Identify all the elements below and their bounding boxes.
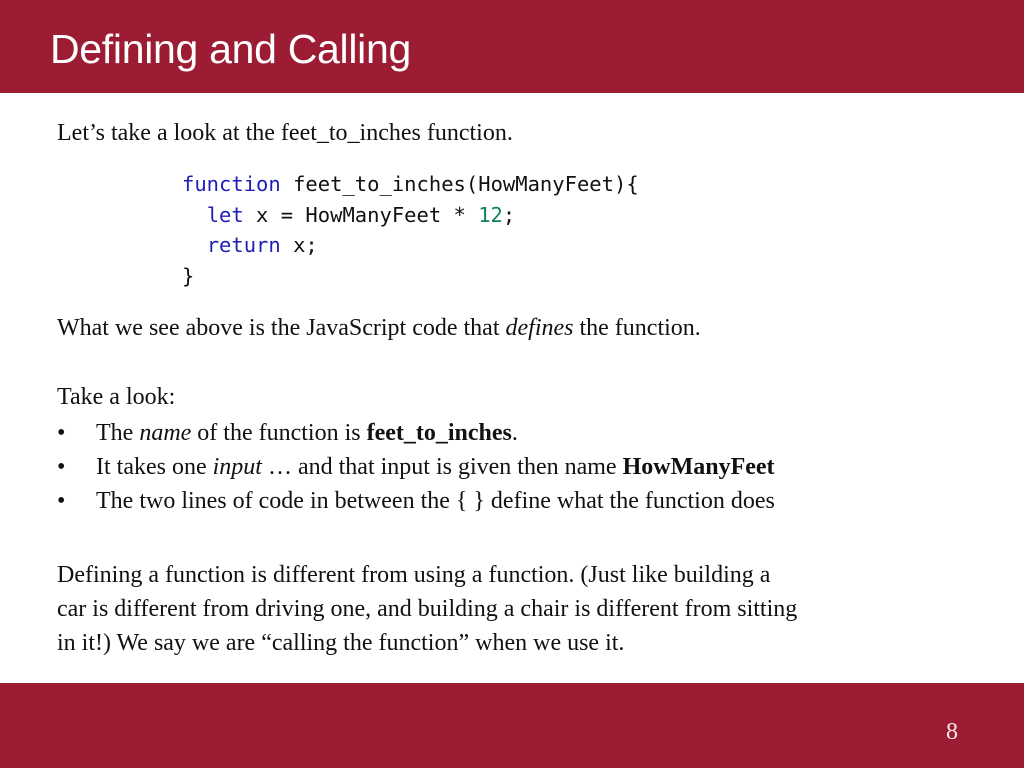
code-text: ; (502, 202, 516, 227)
take-a-look-label: Take a look: (57, 384, 176, 410)
bullet-icon: • (57, 420, 66, 446)
text: . (511, 420, 518, 446)
bullet-item: • It takes one input … and that input is … (57, 450, 775, 484)
bullet-item: • The name of the function is feet_to_inc… (57, 416, 775, 450)
bullet-icon: • (57, 454, 66, 480)
text: of the function is (191, 420, 367, 446)
emphasis-defines: defines (505, 315, 574, 341)
bold-text: feet_to_inches (366, 420, 512, 446)
emphasis: input (212, 454, 262, 480)
code-line-1: function feet_to_inches(HowManyFeet){ (182, 172, 639, 196)
closing-line: car is different from driving one, and b… (57, 596, 798, 622)
text: The (96, 420, 140, 446)
emphasis: name (139, 420, 192, 446)
closing-line: Defining a function is different from us… (57, 562, 771, 588)
bullet-item: • The two lines of code in between the { … (57, 484, 775, 518)
number-literal: 12 (478, 202, 503, 227)
keyword-return: return (206, 233, 281, 257)
code-text: x; (280, 233, 318, 257)
bullet-icon: • (57, 488, 66, 514)
text: The two lines of code in between the { }… (96, 488, 775, 514)
text: … and that input is given then name (261, 454, 623, 480)
text: It takes one (96, 454, 213, 480)
slide-title: Defining and Calling (50, 26, 411, 72)
code-line-3: return x; (182, 233, 318, 257)
code-line-4: } (182, 263, 195, 288)
footer-bar (0, 683, 1024, 768)
code-text: feet_to_inches(HowManyFeet){ (280, 172, 639, 196)
intro-text: Let’s take a look at the feet_to_inches … (57, 120, 513, 146)
page-number: 8 (946, 719, 958, 745)
code-block: function feet_to_inches(HowManyFeet){ le… (182, 169, 639, 291)
bullet-list: • The name of the function is feet_to_inc… (57, 416, 775, 518)
keyword-function: function (182, 172, 281, 196)
closing-line: in it!) We say we are “calling the funct… (57, 630, 625, 656)
title-bar: Defining and Calling (0, 0, 1024, 93)
code-line-2: let x = HowManyFeet * 12; (182, 202, 516, 227)
text: the function. (573, 315, 701, 341)
bold-text: HowManyFeet (622, 454, 775, 480)
defines-paragraph: What we see above is the JavaScript code… (57, 313, 701, 343)
keyword-let: let (206, 202, 244, 227)
closing-paragraph: Defining a function is different from us… (57, 558, 957, 660)
text: What we see above is the JavaScript code… (57, 315, 506, 341)
code-text: x = HowManyFeet * (243, 202, 479, 227)
